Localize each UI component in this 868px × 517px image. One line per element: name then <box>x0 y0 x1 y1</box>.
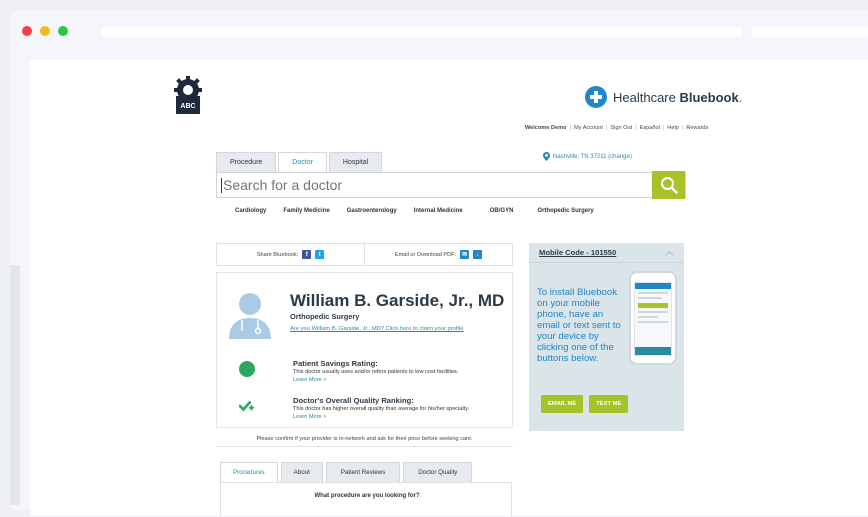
account-nav: Welcome Demo | My Account | Sign Out | Español… <box>525 125 709 131</box>
category-orthopedic-surgery[interactable]: Orthopedic Surgery <box>537 208 593 214</box>
espanol-link[interactable]: Español <box>640 125 660 131</box>
location-text: Nashville, TN 37211 (change) <box>553 153 632 160</box>
tab-doctor[interactable]: Doctor <box>278 152 327 173</box>
minimize-window-button[interactable] <box>40 26 50 36</box>
browser-window: ABC Healthcare Bluebook. Welcome Demo | My… <box>10 10 868 516</box>
savings-learn-more[interactable]: Learn More > <box>293 377 326 383</box>
location-pin-icon <box>543 152 550 161</box>
quality-description: This doctor has higher overall quality t… <box>293 406 470 412</box>
category-cardiology[interactable]: Cardiology <box>235 208 266 214</box>
procedure-question: What procedure are you looking for? <box>314 493 420 499</box>
address-bar[interactable] <box>102 27 742 37</box>
email-icon[interactable]: ✉ <box>460 250 470 259</box>
text-me-button[interactable]: TEXT ME <box>589 395 629 413</box>
rewards-link[interactable]: Rewards <box>686 125 708 131</box>
tab-patient-reviews[interactable]: Patient Reviews <box>325 462 401 482</box>
doctor-profile-card: William B. Garside, Jr., MD Orthopedic S… <box>216 272 513 428</box>
quality-title: Doctor's Overall Quality Ranking: <box>293 396 414 405</box>
phone-illustration-icon <box>629 271 677 365</box>
page-content: ABC Healthcare Bluebook. Welcome Demo | My… <box>30 60 868 516</box>
download-icon[interactable]: ↓ <box>473 250 483 259</box>
quality-learn-more[interactable]: Learn More > <box>293 414 326 420</box>
mobile-instructions: To install Bluebook on your mobile phone… <box>537 287 621 364</box>
tab-procedures[interactable]: Procedures <box>220 462 278 482</box>
profile-tabs: Procedures About Patient Reviews Doctor … <box>220 462 473 482</box>
healthcare-bluebook-logo[interactable]: Healthcare Bluebook. <box>585 86 742 108</box>
email-me-button[interactable]: EMAIL ME <box>541 395 584 413</box>
mobile-card-header[interactable]: Mobile Code - 101550 <box>529 243 684 263</box>
mobile-buttons: EMAIL ME TEXT ME <box>541 395 629 413</box>
in-network-notice: Please confirm if your provider is in-ne… <box>216 431 513 447</box>
svg-text:ABC: ABC <box>180 103 195 110</box>
category-family-medicine[interactable]: Family Medicine <box>283 208 329 214</box>
category-links: Cardiology Family Medicine Gastroenterol… <box>235 208 611 214</box>
help-link[interactable]: Help <box>667 125 679 131</box>
close-window-button[interactable] <box>22 26 32 36</box>
brand-name: Healthcare Bluebook. <box>613 89 743 105</box>
text-caret <box>221 178 222 193</box>
category-internal-medicine[interactable]: Internal Medicine <box>414 208 463 214</box>
share-section: Share Bluebook: f t <box>217 244 364 265</box>
chevron-up-icon[interactable] <box>665 250 674 256</box>
download-section: Email or Download PDF: ✉ ↓ <box>364 244 512 265</box>
savings-title: Patient Savings Rating: <box>293 359 378 368</box>
savings-description: This doctor usually uses and/or refers p… <box>293 369 459 375</box>
twitter-icon[interactable]: t <box>315 250 325 259</box>
share-label: Share Bluebook: <box>256 251 299 258</box>
search-input[interactable] <box>223 177 643 193</box>
doctor-name: William B. Garside, Jr., MD <box>290 291 505 310</box>
sign-out-link[interactable]: Sign Out <box>610 125 632 131</box>
doctor-avatar-icon <box>229 293 271 339</box>
procedures-panel: What procedure are you looking for? <box>220 482 512 516</box>
tab-procedure[interactable]: Procedure <box>216 152 277 172</box>
mobile-code-title[interactable]: Mobile Code - 101550 <box>539 248 616 257</box>
category-ob-gyn[interactable]: OB/GYN <box>490 208 514 214</box>
toolbar-field[interactable] <box>752 27 868 37</box>
abc-logo-icon: ABC <box>174 76 202 114</box>
facebook-icon[interactable]: f <box>302 250 312 259</box>
share-bar: Share Bluebook: f t Email or Download PD… <box>216 243 513 266</box>
bluebook-logo-icon <box>585 86 607 108</box>
page-shadow-strip <box>10 265 20 505</box>
doctor-specialty: Orthopedic Surgery <box>290 312 360 321</box>
maximize-window-button[interactable] <box>58 26 68 36</box>
location-selector[interactable]: Nashville, TN 37211 (change) <box>543 152 632 161</box>
mobile-code-card: Mobile Code - 101550 To install Bluebook… <box>529 243 684 431</box>
savings-circle-icon <box>239 361 255 377</box>
email-pdf-label: Email or Download PDF: <box>394 251 457 258</box>
search-tabs: Procedure Doctor Hospital <box>216 152 383 173</box>
tab-hospital[interactable]: Hospital <box>328 152 383 172</box>
welcome-text: Welcome Demo <box>525 125 567 131</box>
my-account-link[interactable]: My Account <box>574 125 603 131</box>
search-icon <box>660 177 678 194</box>
category-gastroenterology[interactable]: Gastroenterology <box>347 208 397 214</box>
search-box <box>216 172 686 198</box>
claim-profile-link[interactable]: Are you William B. Garside, Jr., MD? Cli… <box>290 326 463 332</box>
check-plus-icon <box>239 401 255 412</box>
window-controls <box>22 26 68 36</box>
search-button[interactable] <box>652 171 685 199</box>
tab-doctor-quality[interactable]: Doctor Quality <box>403 462 473 482</box>
tab-about[interactable]: About <box>280 462 323 482</box>
